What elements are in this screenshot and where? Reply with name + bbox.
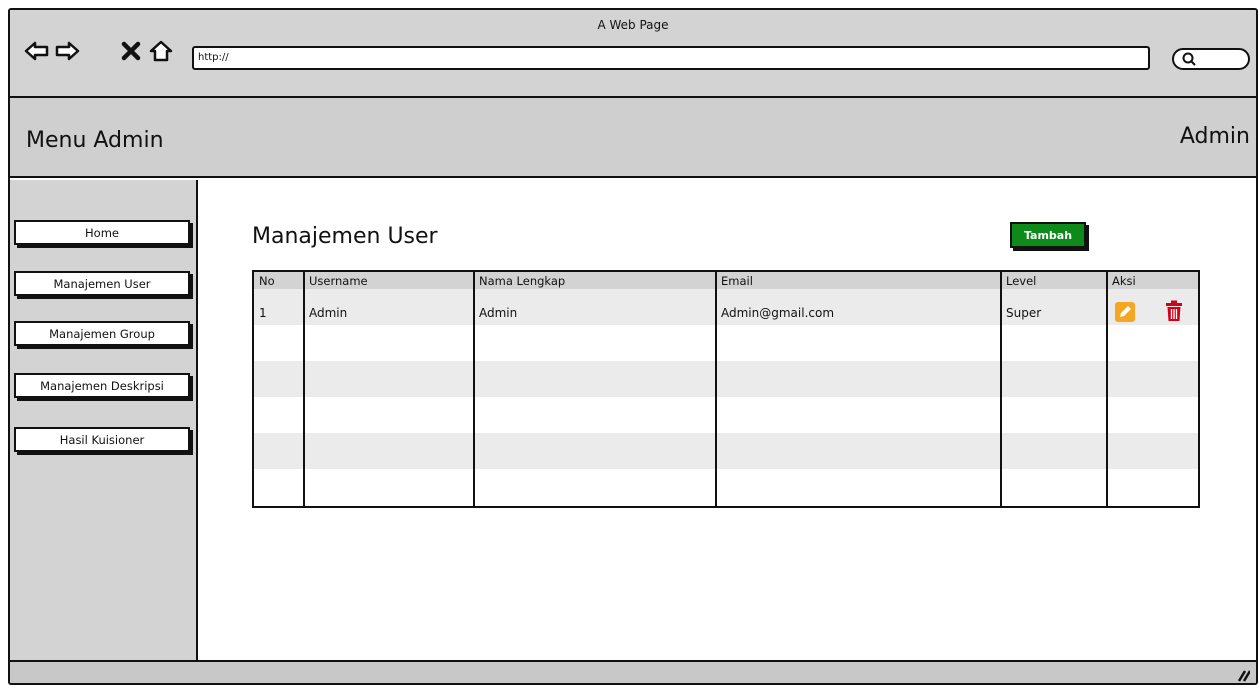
edit-icon[interactable] <box>1115 302 1135 322</box>
table-row-empty <box>254 469 1198 505</box>
cell-email: Admin@gmail.com <box>721 306 835 320</box>
sidebar-item-manajemen-user[interactable]: Manajemen User <box>14 271 190 296</box>
column-header-email: Email <box>721 274 753 288</box>
column-divider <box>1106 272 1108 506</box>
trash-icon[interactable] <box>1164 300 1184 322</box>
column-header-no: No <box>259 274 275 288</box>
app-title: Menu Admin <box>26 128 164 153</box>
resize-grip-icon[interactable] <box>1236 668 1250 682</box>
sidebar-item-home[interactable]: Home <box>14 220 190 245</box>
column-divider <box>303 272 305 506</box>
status-bar <box>10 660 1256 683</box>
cell-username: Admin <box>309 306 348 320</box>
column-divider <box>473 272 475 506</box>
column-header-level: Level <box>1006 274 1037 288</box>
table-row-empty <box>254 361 1198 397</box>
column-header-nama-lengkap: Nama Lengkap <box>479 274 566 288</box>
cell-level: Super <box>1006 306 1042 320</box>
back-arrow-icon[interactable] <box>24 38 50 64</box>
table-row-empty <box>254 397 1198 433</box>
home-icon[interactable] <box>148 38 174 64</box>
sidebar: Home Manajemen User Manajemen Group Mana… <box>10 180 198 660</box>
table-row-empty <box>254 325 1198 361</box>
cell-full-name: Admin <box>479 306 518 320</box>
add-user-button[interactable]: Tambah <box>1010 222 1086 248</box>
sidebar-item-hasil-kuisioner[interactable]: Hasil Kuisioner <box>14 427 190 452</box>
forward-arrow-icon[interactable] <box>54 38 80 64</box>
user-menu[interactable]: Admin <box>1180 124 1250 149</box>
browser-window: A Web Page http:// Menu Admin Admin Home… <box>8 8 1258 685</box>
sidebar-item-manajemen-group[interactable]: Manajemen Group <box>14 321 190 346</box>
window-title: A Web Page <box>597 18 669 32</box>
search-icon <box>1182 52 1196 66</box>
browser-toolbar: A Web Page http:// <box>10 10 1256 98</box>
sidebar-item-manajemen-deskripsi[interactable]: Manajemen Deskripsi <box>14 373 190 398</box>
close-icon[interactable] <box>118 38 144 64</box>
browser-search-field[interactable] <box>1172 48 1250 70</box>
url-input[interactable]: http:// <box>192 46 1150 70</box>
column-header-username: Username <box>309 274 368 288</box>
column-divider <box>715 272 717 506</box>
column-divider <box>1000 272 1002 506</box>
table-row-empty <box>254 433 1198 469</box>
app-header: Menu Admin Admin <box>10 98 1256 178</box>
page-title: Manajemen User <box>252 224 438 249</box>
column-header-aksi: Aksi <box>1112 274 1136 288</box>
user-table: No Username Nama Lengkap Email Level Aks… <box>252 270 1200 508</box>
cell-no: 1 <box>259 306 267 320</box>
